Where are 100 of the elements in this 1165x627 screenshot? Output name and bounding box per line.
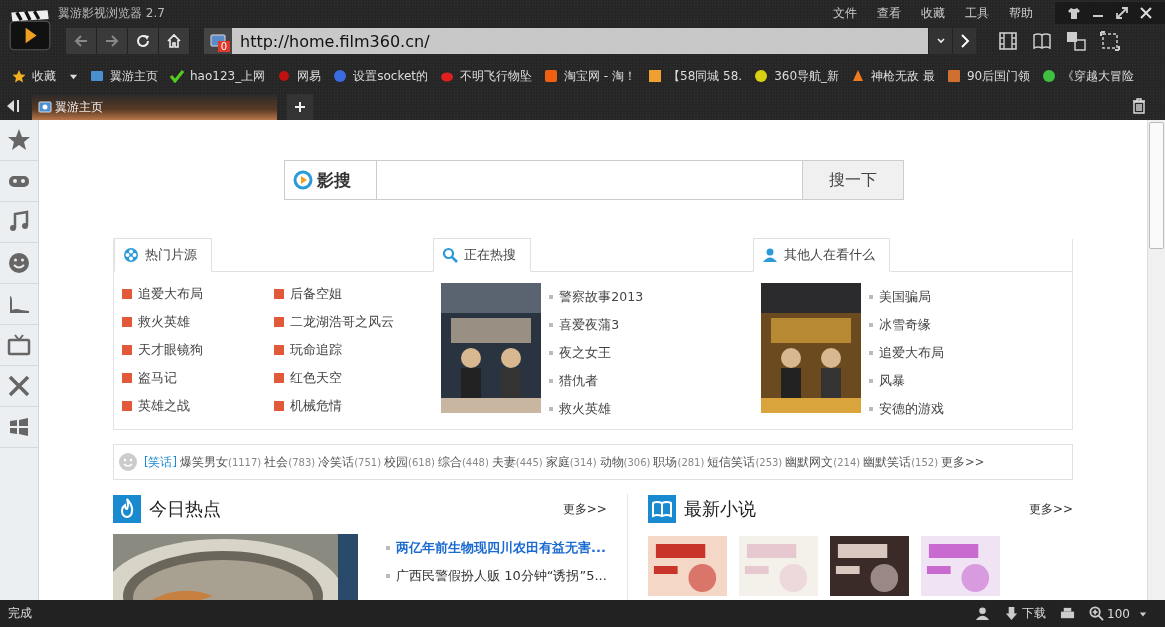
movie-link[interactable]: 美国骗局 <box>878 288 931 306</box>
caret-icon <box>1139 609 1147 618</box>
section-tab-label: 其他人在看什么 <box>783 246 875 264</box>
bookmark-label: hao123_上网 <box>190 67 266 85</box>
bookmark-item[interactable]: 设置socket的 <box>333 67 429 85</box>
address-field[interactable]: http://home.film360.cn/ <box>232 28 928 54</box>
new-tab-button[interactable] <box>287 94 313 120</box>
chevron-down-icon <box>935 36 946 46</box>
menu-item[interactable]: 收藏 <box>919 4 947 22</box>
home-icon <box>166 33 182 49</box>
bookmark-item[interactable]: hao123_上网 <box>170 67 266 85</box>
section-tab[interactable]: 正在热搜 <box>433 238 532 272</box>
smiley-icon <box>118 452 138 472</box>
menu-item[interactable]: 工具 <box>963 4 991 22</box>
joke-category-link[interactable]: 幽默笑话(152) <box>863 454 939 470</box>
more-link[interactable]: 更多>> <box>941 454 985 470</box>
joke-category-link[interactable]: 夫妻(445) <box>491 454 543 470</box>
film-icon[interactable] <box>998 31 1018 51</box>
home-button[interactable] <box>159 28 190 54</box>
more-link[interactable]: 更多>> <box>1028 500 1073 518</box>
bookmark-label: 【58同城 58. <box>668 67 743 85</box>
movie-link[interactable]: 冰雪奇缘 <box>878 316 931 334</box>
hot-marker-icon <box>274 317 284 327</box>
movie-link[interactable]: 盗马记 <box>138 369 177 387</box>
forward-button[interactable] <box>97 28 128 54</box>
section-tab[interactable]: 其他人在看什么 <box>752 238 890 272</box>
hot-marker-icon <box>274 289 284 299</box>
movie-link[interactable]: 玩命追踪 <box>290 341 342 359</box>
maximize-icon[interactable] <box>1115 6 1129 20</box>
movie-link[interactable]: 安德的游戏 <box>878 400 944 418</box>
bookmark-item[interactable]: 收藏 <box>12 67 78 85</box>
smile-icon <box>7 251 31 275</box>
movie-link[interactable]: 机械危情 <box>290 397 342 415</box>
category-label[interactable]: [笑话] <box>144 454 177 470</box>
download-button[interactable]: 下载 <box>1004 605 1047 622</box>
movie-link[interactable]: 红色天空 <box>290 369 342 387</box>
zoom-icon <box>1089 606 1105 621</box>
menu-item[interactable]: 文件 <box>831 4 859 22</box>
menu-item[interactable]: 查看 <box>875 4 903 22</box>
movie-link[interactable]: 救火英雄 <box>559 400 612 418</box>
joke-category-link[interactable]: 幽默网文(214) <box>785 454 861 470</box>
reload-button[interactable] <box>128 28 159 54</box>
news-link[interactable]: 两亿年前生物现四川农田有益无害... <box>396 539 606 557</box>
search-icon <box>442 247 459 263</box>
close-icon[interactable] <box>1139 6 1153 20</box>
section-tab-label: 正在热搜 <box>464 246 517 264</box>
section-title: 今日热点 <box>149 497 221 521</box>
bookmark-item[interactable]: 《穿越大冒险 <box>1042 67 1135 85</box>
collapse-sidebar-icon[interactable] <box>6 99 22 113</box>
movie-link[interactable]: 风暴 <box>878 372 905 390</box>
joke-category-link[interactable]: 动物(306) <box>599 454 651 470</box>
bookmark-item[interactable]: 神枪无敌 最 <box>851 67 935 85</box>
bookmark-label: 不明飞行物坠 <box>460 67 533 85</box>
scrollbar-thumb[interactable] <box>1149 122 1164 249</box>
browser-tab[interactable]: 翼游主页 <box>32 94 277 120</box>
tab-count-button[interactable]: 0 <box>204 28 232 54</box>
joke-category-link[interactable]: 校园(618) <box>384 454 435 470</box>
trash-icon[interactable] <box>1131 98 1147 114</box>
movie-link[interactable]: 喜爱夜蒲3 <box>559 316 620 334</box>
section-tab[interactable]: 热门片源 <box>114 238 212 272</box>
joke-category-link[interactable]: 社会(783) <box>264 454 316 470</box>
news-link[interactable]: 广西民警假扮人贩 10分钟“诱拐”5... <box>396 567 607 585</box>
joke-category-link[interactable]: 冷笑话(751) <box>318 454 382 470</box>
more-link[interactable]: 更多>> <box>562 500 607 518</box>
site-icon <box>946 69 961 83</box>
back-icon <box>73 33 89 49</box>
book-icon[interactable] <box>1032 31 1052 51</box>
joke-category-link[interactable]: 短信笑话(253) <box>707 454 783 470</box>
joke-category-link[interactable]: 家庭(314) <box>545 454 597 470</box>
bookmark-item[interactable]: 淘宝网 - 淘！ <box>544 67 636 85</box>
translate-icon[interactable] <box>1066 31 1086 51</box>
movie-link[interactable]: 夜之女王 <box>559 344 612 362</box>
bookmark-item[interactable]: 翼游主页 <box>90 67 158 85</box>
movie-link[interactable]: 天才眼镜狗 <box>138 341 203 359</box>
screenshot-icon[interactable] <box>1100 31 1120 51</box>
go-button[interactable] <box>952 28 976 54</box>
bookmark-item[interactable]: 网易 <box>277 67 322 85</box>
movie-link[interactable]: 二龙湖浩哥之风云 <box>290 313 394 331</box>
movie-link[interactable]: 后备空姐 <box>290 285 342 303</box>
joke-category-link[interactable]: 职场(281) <box>653 454 705 470</box>
joke-category-link[interactable]: 综合(448) <box>437 454 489 470</box>
skin-icon[interactable] <box>1067 6 1081 20</box>
joke-category-link[interactable]: 爆笑男女(1117) <box>180 454 262 470</box>
back-button[interactable] <box>66 28 97 54</box>
address-dropdown-button[interactable] <box>928 28 952 54</box>
movie-link[interactable]: 猎仇者 <box>559 372 599 390</box>
user-icon[interactable] <box>975 606 991 621</box>
movie-link[interactable]: 英雄之战 <box>138 397 190 415</box>
menu-item[interactable]: 帮助 <box>1007 4 1035 22</box>
bookmark-item[interactable]: 不明飞行物坠 <box>440 67 533 85</box>
movie-link[interactable]: 追爱大布局 <box>138 285 203 303</box>
hot-marker-icon <box>122 289 132 299</box>
bookmark-item[interactable]: 90后国门领 <box>946 67 1031 85</box>
movie-link[interactable]: 追爱大布局 <box>878 344 944 362</box>
bookmark-item[interactable]: 【58同城 58. <box>648 67 743 85</box>
movie-link[interactable]: 警察故事2013 <box>559 288 644 306</box>
movie-link[interactable]: 救火英雄 <box>138 313 190 331</box>
zoom-button[interactable]: 100 <box>1089 606 1147 621</box>
printer-icon[interactable] <box>1060 606 1076 621</box>
bookmark-item[interactable]: 360导航_新 <box>754 67 840 85</box>
